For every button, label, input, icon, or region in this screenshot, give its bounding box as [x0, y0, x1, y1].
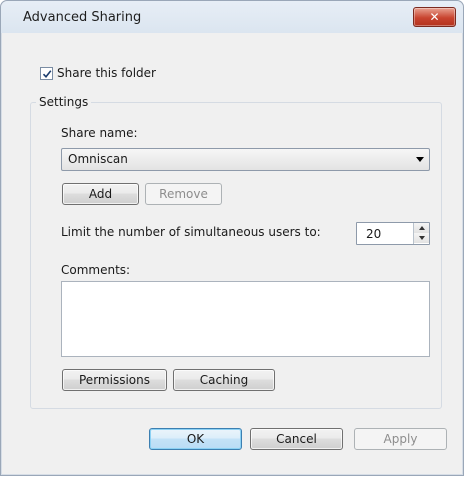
window-title: Advanced Sharing — [23, 10, 142, 25]
share-name-value: Omniscan — [68, 152, 128, 166]
permissions-button-label: Permissions — [79, 373, 150, 387]
apply-button[interactable]: Apply — [354, 428, 447, 450]
ok-button-label: OK — [186, 432, 205, 446]
user-limit-spinner[interactable]: 20 — [356, 222, 430, 245]
remove-button-label: Remove — [159, 187, 208, 201]
share-folder-checkbox[interactable] — [40, 67, 53, 80]
caching-button-label: Caching — [199, 373, 249, 387]
settings-group-title: Settings — [36, 95, 92, 109]
permissions-button[interactable]: Permissions — [62, 369, 167, 391]
add-button[interactable]: Add — [62, 183, 139, 205]
share-name-label: Share name: — [61, 126, 138, 140]
close-button[interactable]: ✕ — [413, 7, 456, 27]
comments-label: Comments: — [61, 263, 131, 277]
spinner-down-button[interactable] — [414, 233, 429, 243]
spinner-arrows — [413, 223, 429, 244]
cancel-button[interactable]: Cancel — [250, 428, 343, 450]
title-bar[interactable]: Advanced Sharing ✕ — [1, 1, 463, 33]
apply-button-label: Apply — [383, 432, 418, 446]
share-name-dropdown[interactable]: Omniscan — [61, 148, 430, 171]
arrow-up-icon — [418, 226, 425, 230]
remove-button[interactable]: Remove — [145, 183, 222, 205]
add-button-label: Add — [88, 187, 113, 201]
caching-button[interactable]: Caching — [173, 369, 275, 391]
comments-field[interactable] — [61, 281, 430, 357]
close-icon: ✕ — [429, 10, 440, 24]
user-limit-value: 20 — [366, 227, 382, 241]
cancel-button-label: Cancel — [276, 432, 317, 446]
checkmark-icon — [42, 69, 51, 78]
chevron-down-icon — [416, 157, 424, 162]
ok-button[interactable]: OK — [149, 428, 242, 450]
share-folder-label[interactable]: Share this folder — [57, 66, 156, 80]
limit-users-label: Limit the number of simultaneous users t… — [61, 225, 321, 239]
arrow-down-icon — [418, 236, 425, 240]
